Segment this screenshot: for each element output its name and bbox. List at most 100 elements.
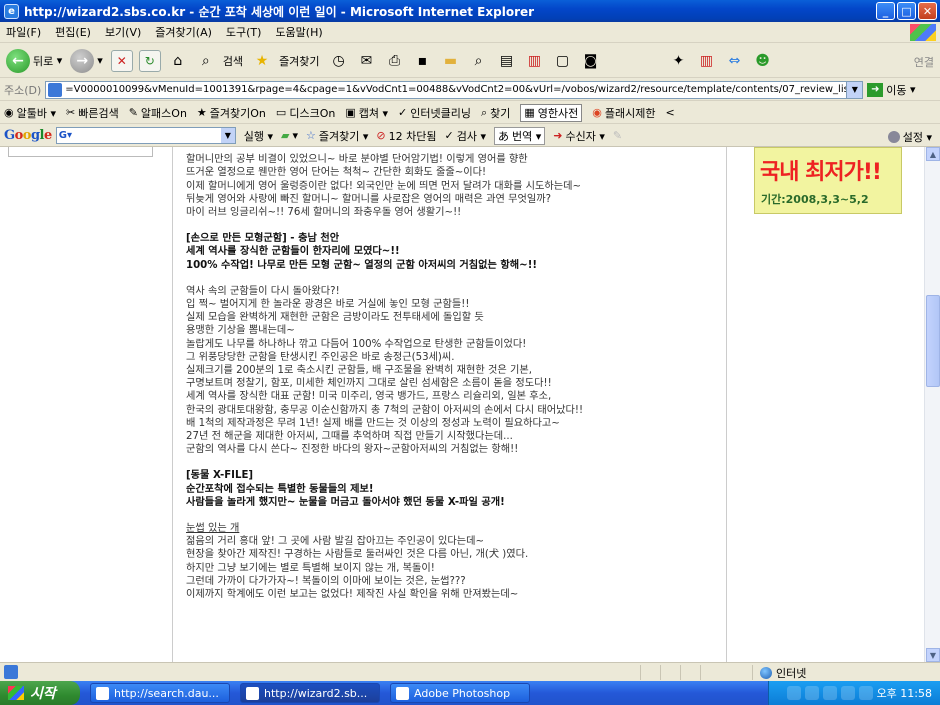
network-icon[interactable] xyxy=(786,686,801,700)
maximize-button[interactable]: □ xyxy=(897,2,916,20)
popup-blocked-icon: ⊘ xyxy=(376,129,386,142)
research-icon[interactable]: ⌕ xyxy=(468,50,490,72)
taskbar-item-photoshop[interactable]: Adobe Photoshop xyxy=(390,683,530,703)
favorites-button[interactable]: ★ 즐겨찾기 xyxy=(251,50,320,72)
article-line: 그 위풍당당한 군함을 탄생시킨 주인공은 바로 송정근(53세)씨. xyxy=(186,351,455,363)
search-button[interactable]: ⌕ 검색 xyxy=(195,50,243,72)
altoolbar-icon: ◉ xyxy=(4,106,14,119)
address-dropdown-icon[interactable]: ▼ xyxy=(846,81,863,98)
menu-tools[interactable]: 도구(T) xyxy=(226,24,262,40)
google-run-button[interactable]: 실행 ▾ xyxy=(244,128,273,144)
google-search-dropdown-icon[interactable]: ▼ xyxy=(220,128,235,143)
section-subtitle: 사람들을 놀라게 했지만~ 눈물을 머금고 돌아서야 했던 동물 X-파일 공개… xyxy=(186,496,505,508)
messenger-people-icon[interactable]: ☻ xyxy=(752,50,774,72)
link-label: 찾기 xyxy=(490,106,511,120)
section-subtitle: 세계 역사를 장식한 군함들이 한자리에 모였다~!! xyxy=(186,246,400,258)
close-button[interactable]: ✕ xyxy=(918,2,937,20)
links-overflow-chevron[interactable]: < xyxy=(665,106,674,119)
security-zone: 인터넷 xyxy=(760,665,806,681)
promo-banner[interactable]: 국내 최저가!! 기간:2008,3,3~5,2 xyxy=(754,147,902,214)
google-send-to-button[interactable]: ➜ 수신자 ▾ xyxy=(553,128,605,144)
window-titlebar[interactable]: e http://wizard2.sbs.co.kr - 순간 포착 세상에 이… xyxy=(0,0,940,22)
menu-edit[interactable]: 편집(E) xyxy=(55,24,91,40)
menu-view[interactable]: 보기(V) xyxy=(105,24,141,40)
right-divider xyxy=(726,147,727,662)
eyebrow-dog-link[interactable]: 눈썹 있는 개 xyxy=(186,522,706,535)
scroll-up-icon[interactable]: ▲ xyxy=(926,147,940,161)
link-flash-limit[interactable]: ◉ 플래시제한 xyxy=(592,105,655,121)
status-divider xyxy=(660,665,661,680)
links-label[interactable]: 연결 xyxy=(914,54,934,70)
go-label: 이동 xyxy=(886,83,907,97)
print-icon[interactable]: ⎙ xyxy=(384,50,406,72)
section-title: [손으로 만든 모형군함] - 충남 천안 xyxy=(186,233,340,245)
link-altoolbar[interactable]: ◉ 알툴바 ▾ xyxy=(4,105,56,121)
taskbar-item-ie-wizard[interactable]: http://wizard2.sb... xyxy=(240,683,380,703)
vertical-scrollbar[interactable]: ▲ ▼ xyxy=(924,147,940,662)
scroll-thumb[interactable] xyxy=(926,295,940,387)
menu-bar: 파일(F) 편집(E) 보기(V) 즐겨찾기(A) 도구(T) 도움말(H) xyxy=(0,22,940,43)
google-item-label: 번역 ▾ xyxy=(511,129,542,143)
star-icon: ★ xyxy=(255,52,269,69)
link-dictionary[interactable]: ▦ 영한사전 xyxy=(520,103,583,122)
antivirus-icon[interactable] xyxy=(858,686,873,700)
page-icon[interactable]: ▢ xyxy=(552,50,574,72)
windows-logo-icon xyxy=(910,24,936,41)
article-paragraph-1: ····· 할머니만의 공부 비결이 있었으니~ 바로 분야별 단어암기법! 이… xyxy=(186,147,706,219)
edit-icon[interactable]: ▪ xyxy=(412,50,434,72)
taskbar-item-ie-search[interactable]: http://search.dau... xyxy=(90,683,230,703)
folder-icon[interactable]: ▬ xyxy=(440,50,462,72)
promo-headline: 국내 최저가!! xyxy=(760,160,882,185)
google-item-label: 즐겨찾기 ▾ xyxy=(318,129,369,143)
refresh-icon[interactable]: ↻ xyxy=(138,49,161,72)
ime-icon[interactable] xyxy=(804,686,819,700)
link-alpass[interactable]: ✎ 알패스On xyxy=(129,105,187,121)
google-bookmarks-button[interactable]: ☆ 즐겨찾기 ▾ xyxy=(306,128,368,144)
toolbar-tool-icon[interactable]: ▥ xyxy=(524,50,546,72)
google-highlight-icon[interactable]: ✎ xyxy=(613,129,622,142)
article-line: 뒤늦게 영어와 사랑에 빠진 할머니~ 할머니를 사로잡은 영어의 매력은 과연… xyxy=(186,193,551,205)
quick-search-icon: ✂ xyxy=(66,106,76,119)
address-input[interactable]: =V0000010099&vMenuId=1001391&rpage=4&cpa… xyxy=(45,80,864,99)
stop-icon[interactable]: ✕ xyxy=(110,49,133,72)
google-pagerank-button[interactable]: ▰ ▾ xyxy=(281,129,298,142)
menu-file[interactable]: 파일(F) xyxy=(6,24,41,40)
sync-icon[interactable]: ⇔ xyxy=(724,50,746,72)
home-icon[interactable]: ⌂ xyxy=(167,50,189,72)
page-content[interactable]: ····· 할머니만의 공부 비결이 있었으니~ 바로 분야별 단어암기법! 이… xyxy=(0,147,924,662)
volume-icon[interactable] xyxy=(822,686,837,700)
google-search-input[interactable]: G▾ ▼ xyxy=(55,127,236,144)
google-logo[interactable]: Google xyxy=(4,128,52,143)
extension-icon[interactable]: ✦ xyxy=(668,50,690,72)
article-line: 실제 모습을 완벽하게 재현한 군함은 금방이라도 전투태세에 돌입할 듯 xyxy=(186,312,484,324)
google-spellcheck-button[interactable]: ✓ 검사 ▾ xyxy=(445,128,486,144)
menu-favorites[interactable]: 즐겨찾기(A) xyxy=(155,24,212,40)
link-capture[interactable]: ▣ 캡쳐 ▾ xyxy=(345,105,388,121)
go-button[interactable]: ➜ 이동 ▾ xyxy=(867,82,916,98)
article-line: 그런데 가까이 다가가자~! 복돌이의 이마에 보이는 것은, 눈썹??? xyxy=(186,575,466,587)
favorites-label: 즐겨찾기 xyxy=(279,54,320,68)
start-button[interactable]: 시작 xyxy=(0,681,80,705)
status-bar: 인터넷 xyxy=(0,662,940,681)
minimize-button[interactable]: _ xyxy=(876,2,895,20)
link-quick-search[interactable]: ✂ 빠른검색 xyxy=(66,105,119,121)
extension2-icon[interactable]: ▥ xyxy=(696,50,718,72)
google-popup-blocker[interactable]: ⊘ 12 차단됨 xyxy=(376,128,436,144)
history-icon[interactable]: ◷ xyxy=(328,50,350,72)
google-settings-button[interactable]: 설정 ▾ xyxy=(887,129,932,145)
article-line: 구명보트며 정찰기, 함포, 미세한 체인까지 그대로 살린 섬세함은 소름이 … xyxy=(186,378,552,390)
security-shield-icon[interactable] xyxy=(840,686,855,700)
google-translate-button[interactable]: あ 번역 ▾ xyxy=(493,126,546,145)
link-favorites-on[interactable]: ★ 즐겨찾기On xyxy=(197,105,266,121)
forward-button[interactable]: → ▾ xyxy=(70,48,103,73)
menu-help[interactable]: 도움말(H) xyxy=(275,24,322,40)
mail-icon[interactable]: ✉ xyxy=(356,50,378,72)
messenger-icon[interactable]: ▤ xyxy=(496,50,518,72)
media-icon[interactable]: ◙ xyxy=(580,50,602,72)
link-internet-cleaning[interactable]: ✓ 인터넷클리닝 xyxy=(398,105,471,121)
back-button[interactable]: ← 뒤로 ▾ xyxy=(6,48,62,73)
scroll-down-icon[interactable]: ▼ xyxy=(926,648,940,662)
link-label: 디스크On xyxy=(289,106,336,120)
link-disk-on[interactable]: ▭ 디스크On xyxy=(276,105,335,121)
link-find[interactable]: ⌕ 찾기 xyxy=(481,105,510,121)
